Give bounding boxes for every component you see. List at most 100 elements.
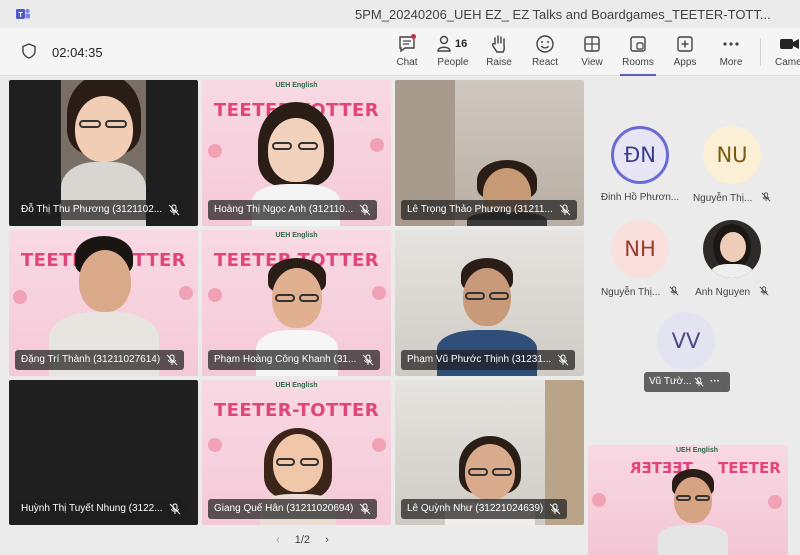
video-tile[interactable]: Đỗ Thị Thu Phương (3121102...: [9, 80, 198, 226]
chat-button[interactable]: Chat: [385, 33, 429, 73]
page-indicator: 1/2: [294, 534, 311, 546]
mic-off-icon: [166, 354, 178, 366]
raise-hand-icon: [491, 35, 505, 53]
mic-off-icon: [362, 354, 374, 366]
people-count: 16: [455, 38, 468, 50]
participant-name-row: Nguyễn Thị...: [590, 286, 690, 298]
video-tile[interactable]: UEH English TEETER-TOTTER Hoàng Thị Ngọc…: [202, 80, 391, 226]
participant-name: Phạm Vũ Phước Thịnh (31231...: [407, 354, 552, 365]
view-icon: [584, 36, 600, 52]
ueh-logo: UEH English: [275, 232, 318, 239]
shield-icon[interactable]: [22, 43, 36, 59]
window-title: 5PM_20240206_UEH EZ_ EZ Talks and Boardg…: [355, 7, 771, 22]
flower-decoration: [768, 495, 782, 509]
raise-label: Raise: [486, 57, 512, 68]
participant-name: Phạm Hoàng Công Khanh (31...: [214, 354, 357, 365]
camera-button[interactable]: Came: [770, 33, 800, 73]
raise-hand-button[interactable]: Raise: [477, 33, 521, 73]
mic-off-icon: [669, 286, 679, 296]
flower-decoration: [179, 286, 193, 300]
avatar: VV: [657, 312, 715, 370]
participant-nameplate: Giang Quế Hân (31211020694): [208, 499, 378, 519]
more-options-icon[interactable]: ···: [710, 372, 720, 392]
participant-name: Vũ Tườ...: [649, 376, 692, 387]
flower-decoration: [208, 438, 222, 452]
chat-notification-dot: [411, 34, 416, 39]
participant-name: Đinh Hồ Phươn...: [600, 192, 680, 203]
rooms-button[interactable]: Rooms: [616, 33, 660, 76]
toolbar-divider: [760, 38, 761, 66]
video-tile[interactable]: Huỳnh Thị Tuyết Nhung (3122...: [9, 380, 198, 525]
participant-nameplate: Lê Quỳnh Như (31221024639): [401, 499, 568, 519]
video-tile[interactable]: Lê Trọng Thảo Phương (31211...: [395, 80, 584, 226]
participant-nameplate: Lê Trọng Thảo Phương (31211...: [401, 200, 577, 220]
flower-decoration: [370, 138, 384, 152]
apps-button[interactable]: Apps: [663, 33, 707, 73]
next-page-button[interactable]: ›: [325, 534, 329, 546]
previous-page-button[interactable]: ‹: [276, 534, 280, 546]
meeting-toolbar: 02:04:35 Chat 16 People Raise React View…: [0, 28, 800, 76]
participant-avatar-tile[interactable]: Anh Nguyen: [682, 220, 782, 298]
self-view-video[interactable]: UEH English TEETER TEETER: [588, 445, 788, 555]
participant-name: Đỗ Thị Thu Phương (3121102...: [21, 204, 163, 215]
avatar: NU: [703, 126, 761, 184]
participant-name: Nguyễn Thị...: [692, 193, 753, 204]
participant-video: [658, 469, 728, 555]
video-tile[interactable]: UEH English TEETER-TOTTER Giang Quế Hân …: [202, 380, 391, 525]
participant-avatar-tile[interactable]: ĐN Đinh Hồ Phươn...: [590, 126, 690, 203]
participant-avatar-tile[interactable]: NU Nguyễn Thị...: [682, 126, 782, 204]
more-button[interactable]: More: [709, 33, 753, 73]
chat-label: Chat: [396, 57, 418, 68]
video-tile[interactable]: TEETER-TOTTER Đặng Trí Thành (3121102761…: [9, 230, 198, 376]
ueh-logo: UEH English: [675, 447, 718, 454]
react-label: React: [531, 57, 559, 68]
participant-name-row: Anh Nguyen: [682, 286, 782, 298]
people-label: People: [437, 57, 469, 68]
mic-off-icon: [168, 204, 180, 216]
camera-label: Came: [775, 57, 800, 68]
mic-off-icon: [694, 377, 704, 387]
avatar: ĐN: [611, 126, 669, 184]
avatar: NH: [611, 220, 669, 278]
flower-decoration: [372, 438, 386, 452]
participant-name: Lê Trọng Thảo Phương (31211...: [407, 204, 553, 215]
more-label: More: [719, 57, 743, 68]
flower-decoration: [208, 144, 222, 158]
participant-avatar-tile[interactable]: NH Nguyễn Thị...: [590, 220, 690, 298]
meeting-timer: 02:04:35: [52, 45, 103, 60]
mic-off-icon: [761, 192, 771, 202]
view-button[interactable]: View: [570, 33, 614, 73]
camera-icon: [780, 39, 799, 49]
participant-avatar-tile[interactable]: VV: [636, 312, 736, 370]
mic-off-icon: [359, 204, 371, 216]
people-button[interactable]: 16 People: [431, 33, 475, 73]
participant-name: Nguyễn Thị...: [600, 287, 661, 298]
mic-off-icon: [549, 503, 561, 515]
participant-sidebar: ĐN Đinh Hồ Phươn... NU Nguyễn Thị... NH …: [588, 80, 800, 555]
mic-off-icon: [360, 503, 371, 515]
gallery-pager: ‹ 1/2 ›: [270, 534, 335, 546]
participant-name-row: Nguyễn Thị...: [682, 192, 782, 204]
apps-label: Apps: [673, 57, 697, 68]
ueh-logo: UEH English: [275, 82, 318, 89]
rooms-icon: [630, 36, 646, 52]
video-tile[interactable]: Lê Quỳnh Như (31221024639): [395, 380, 584, 525]
participant-name: Hoàng Thị Ngọc Anh (312110...: [214, 204, 354, 215]
rooms-active-indicator: [620, 74, 656, 76]
flower-decoration: [13, 290, 27, 304]
participant-nameplate: Phạm Hoàng Công Khanh (31...: [208, 350, 381, 370]
participant-name: Lê Quỳnh Như (31221024639): [407, 503, 544, 514]
teeter-totter-banner: TEETER-TOTTER: [213, 400, 380, 421]
participant-nameplate: Hoàng Thị Ngọc Anh (312110...: [208, 200, 378, 220]
participant-nameplate: Phạm Vũ Phước Thịnh (31231...: [401, 350, 576, 370]
teams-logo-icon: T: [16, 9, 30, 19]
react-button[interactable]: React: [523, 33, 567, 73]
video-tile[interactable]: Phạm Vũ Phước Thịnh (31231...: [395, 230, 584, 376]
people-icon: [437, 35, 451, 52]
participant-nameplate: Đặng Trí Thành (31211027614): [15, 350, 185, 370]
view-label: View: [581, 57, 603, 68]
participant-nameplate[interactable]: Vũ Tườ... ···: [644, 372, 730, 392]
video-tile[interactable]: UEH English TEETER-TOTTER Phạm Hoàng Côn…: [202, 230, 391, 376]
mic-off-icon: [169, 503, 180, 515]
participant-nameplate: Huỳnh Thị Tuyết Nhung (3122...: [15, 499, 187, 519]
